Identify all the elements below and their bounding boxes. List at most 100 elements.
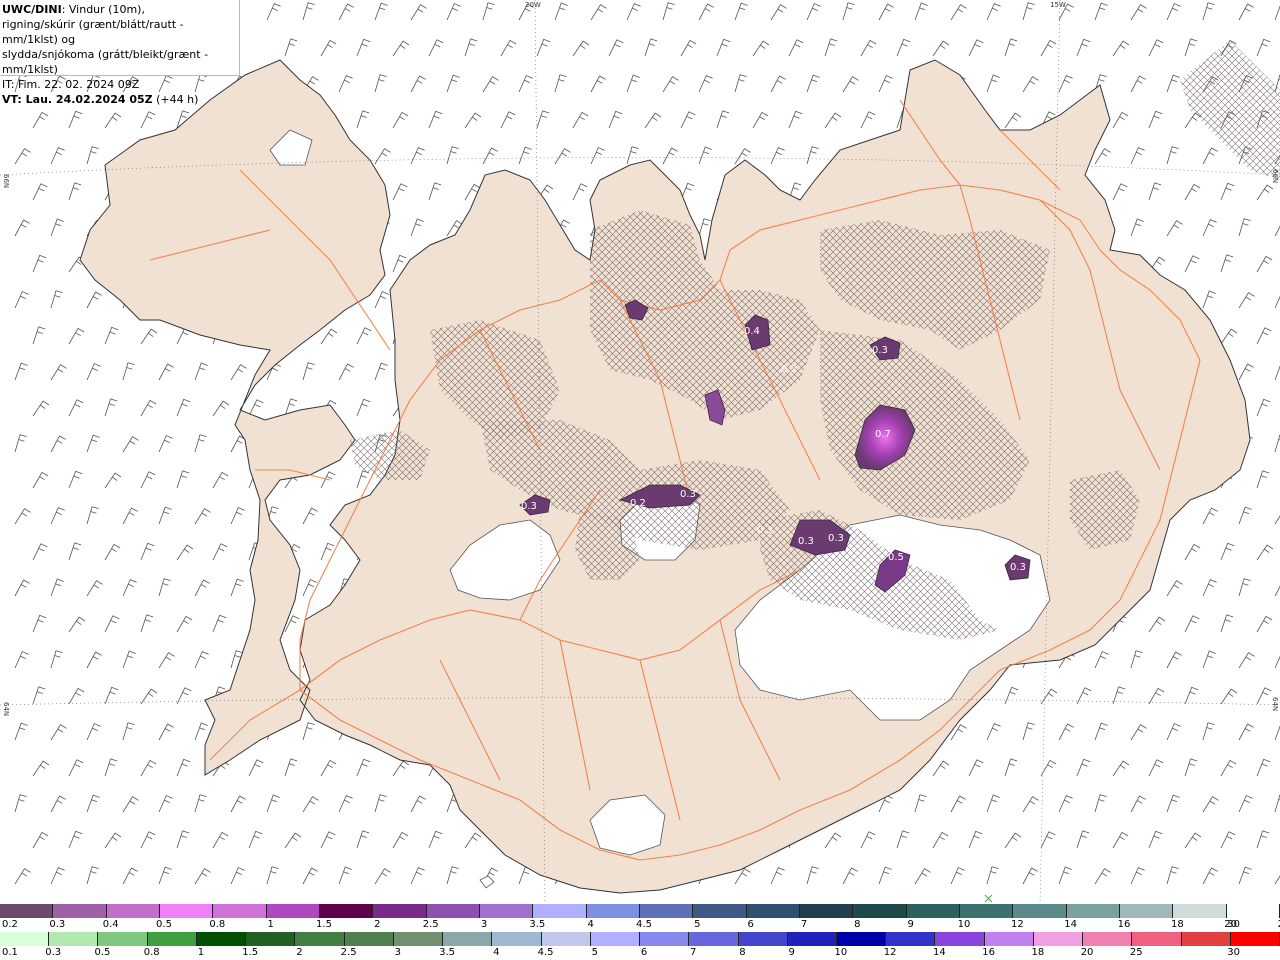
wind-barb: [950, 867, 965, 885]
wind-barb: [1148, 759, 1164, 777]
wind-barb: [1076, 687, 1092, 705]
wind-barb: [1202, 290, 1216, 309]
wind-barb: [302, 579, 317, 597]
legend-label: 9: [788, 947, 795, 958]
wind-barb: [1076, 38, 1091, 57]
wind-barb: [1130, 795, 1146, 813]
wind-barb: [788, 110, 803, 129]
legend-swatch: [319, 904, 374, 918]
wind-barb: [644, 38, 658, 57]
legend-swatch: [689, 932, 739, 946]
wind-barb: [482, 147, 498, 165]
wind-barb: [1238, 795, 1253, 813]
wind-barb: [410, 867, 425, 885]
wind-barb: [680, 111, 696, 129]
wind-barb: [32, 686, 46, 705]
legend-swatch: [0, 932, 50, 946]
wind-barb: [1238, 3, 1254, 21]
legend-label: 6: [747, 919, 754, 930]
wind-barb: [14, 434, 27, 453]
wind-barb: [1184, 183, 1201, 201]
wind-barb: [410, 4, 427, 21]
wind-barb: [266, 794, 280, 813]
wind-barb: [428, 110, 443, 129]
wind-barb: [1256, 255, 1273, 273]
wind-barb: [1184, 832, 1202, 849]
wind-barb: [104, 398, 118, 417]
legend-label: 9: [907, 919, 914, 930]
wind-barb: [68, 182, 82, 201]
wind-barb: [176, 615, 193, 633]
wind-barb: [1112, 831, 1129, 849]
wind-barb: [14, 508, 31, 525]
wind-barb: [284, 38, 298, 57]
legend-swatch: [640, 932, 690, 946]
wind-barb: [338, 363, 354, 381]
wind-barb: [842, 76, 859, 93]
wind-barb: [176, 470, 190, 489]
wind-barb: [932, 831, 949, 849]
wind-barb: [572, 111, 589, 129]
wind-barb: [374, 74, 387, 93]
wind-barb: [1238, 363, 1254, 381]
wind-barb: [986, 74, 1000, 93]
wind-barb: [32, 254, 47, 273]
wind-barb: [392, 760, 410, 777]
legend-swatch: [393, 932, 444, 946]
wind-barb: [446, 74, 460, 93]
wind-barb: [1202, 867, 1218, 885]
legend-swatch: [853, 904, 907, 918]
legend-label: 4.5: [636, 919, 652, 930]
legend-label: 7: [800, 919, 808, 930]
wind-barb: [1148, 616, 1166, 633]
wind-barb: [554, 148, 571, 165]
wind-barb: [1184, 615, 1200, 633]
wind-barb: [572, 40, 590, 57]
wind-barb: [230, 578, 244, 597]
wind-barb: [158, 435, 173, 453]
wind-barb: [1238, 292, 1255, 309]
wind-barb: [1094, 868, 1111, 885]
wind-barb: [1022, 796, 1039, 813]
wind-barb: [338, 866, 352, 885]
legend-swatch: [590, 932, 641, 946]
wind-barb: [1148, 830, 1163, 849]
wind-barb: [752, 40, 770, 57]
wind-barb: [1130, 75, 1146, 93]
wind-barb: [428, 182, 442, 201]
wind-barb: [1220, 182, 1235, 201]
wind-barb: [14, 868, 31, 885]
wind-barb: [284, 832, 302, 849]
wind-barb: [14, 219, 30, 237]
wind-barb: [302, 507, 318, 525]
legend-swatch: [53, 904, 107, 918]
legend-swatch: [746, 904, 800, 918]
wind-barb: [194, 579, 210, 597]
wind-barb: [536, 38, 551, 57]
wind-barb: [770, 4, 787, 21]
wind-barb: [104, 615, 120, 633]
wind-barb: [878, 866, 892, 885]
wind-barb: [1022, 867, 1038, 885]
legend-label: 16: [982, 947, 995, 958]
legend-label: 20: [1080, 947, 1094, 958]
wind-barb: [392, 40, 410, 57]
lat-label-66n-left: 66N: [2, 174, 10, 188]
wind-barb: [284, 758, 298, 777]
wind-barb: [932, 760, 950, 777]
wind-barb: [518, 75, 533, 93]
wind-barb: [1238, 506, 1252, 525]
wind-barb: [68, 687, 85, 705]
weather-map: 0.3 0.4 0.2 0.7 0.5 0.3 0.3 0.3 0.3 0.2 …: [0, 0, 1280, 904]
legend-swatch: [586, 904, 640, 918]
legend-swatch: [799, 904, 854, 918]
wind-barb: [716, 38, 731, 57]
legend-swatch: [426, 904, 480, 918]
wind-barb: [266, 866, 279, 885]
wind-barb: [1004, 686, 1019, 705]
wind-barb: [320, 831, 336, 849]
precip-label: 0.3: [828, 533, 844, 544]
wind-barb: [104, 832, 122, 849]
legend-label: 0.5: [156, 919, 172, 930]
wind-barb: [1130, 867, 1145, 885]
